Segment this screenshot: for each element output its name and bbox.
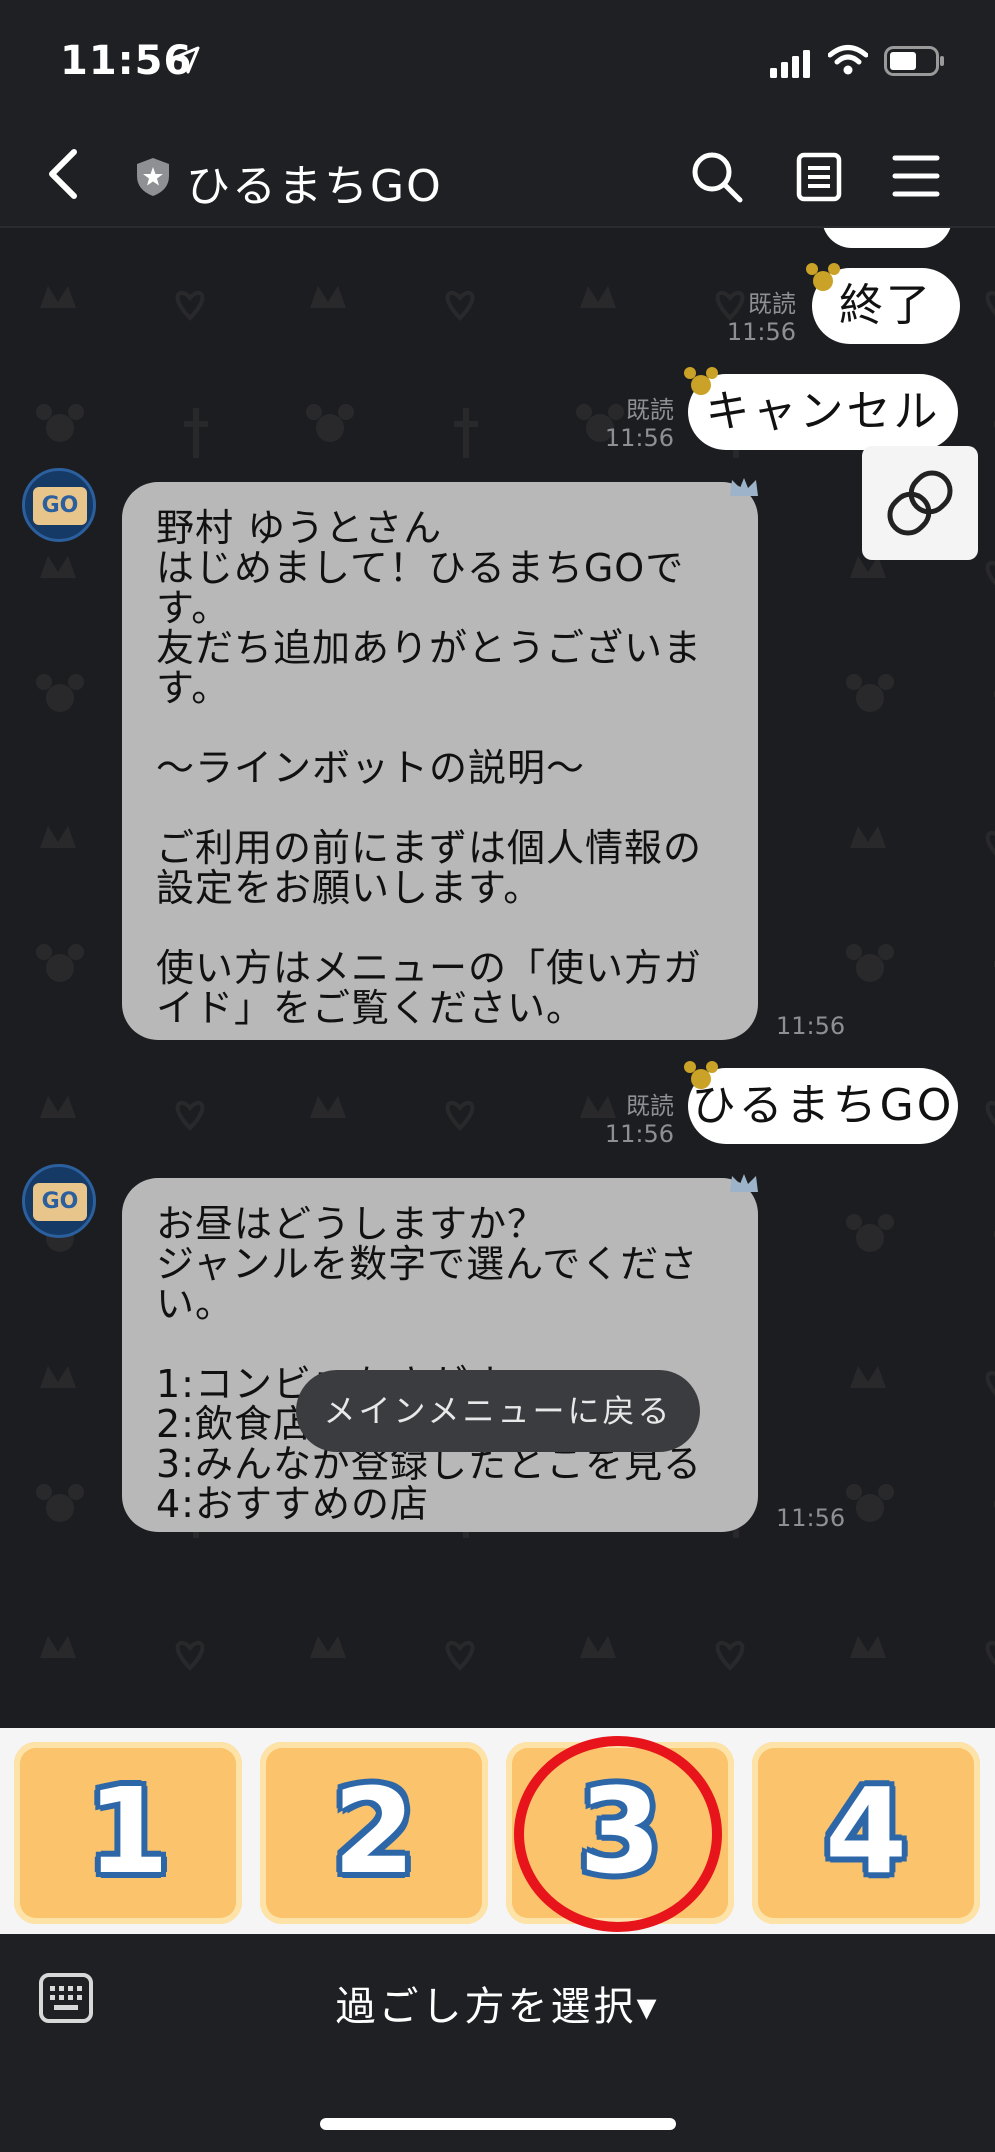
battery-icon xyxy=(884,46,944,76)
status-bar: 11:56 xyxy=(0,0,995,120)
bot-avatar[interactable]: GO xyxy=(22,1164,96,1238)
message-time: 11:56 xyxy=(604,1120,674,1148)
chat-title: ひるまちGO xyxy=(186,161,443,212)
rich-menu: 1 2 3 4 xyxy=(0,1728,995,1934)
highlight-circle xyxy=(514,1736,722,1932)
rich-menu-button-1[interactable]: 1 xyxy=(14,1742,242,1924)
read-receipt: 既読 11:56 xyxy=(578,396,674,452)
message-bubble-outgoing-partial xyxy=(822,228,952,248)
message-time: 11:56 xyxy=(604,424,674,452)
wifi-icon xyxy=(828,45,868,75)
message-bubble-outgoing[interactable]: キャンセル xyxy=(688,374,958,450)
crown-icon xyxy=(730,478,758,496)
message-bubble-incoming[interactable]: お昼はどうしますか？ ジャンルを数字で選んでください。 1:コンビニをさがす 2… xyxy=(122,1178,758,1532)
button-number: 2 xyxy=(332,1762,416,1900)
message-time: 11:56 xyxy=(776,1504,846,1532)
bot-avatar[interactable]: GO xyxy=(22,468,96,542)
button-number: 1 xyxy=(86,1762,170,1900)
signal-icon xyxy=(770,50,810,78)
search-icon[interactable] xyxy=(690,150,744,204)
rich-menu-selector[interactable]: 過ごし方を選択▾ xyxy=(0,1974,995,2032)
main-menu-button[interactable]: メインメニューに戻る xyxy=(296,1370,700,1452)
mickey-icon xyxy=(684,367,718,395)
message-bubble-outgoing[interactable]: ひるまちGO xyxy=(688,1068,958,1144)
read-label: 既読 xyxy=(748,290,796,318)
mickey-icon xyxy=(684,1061,718,1089)
avatar-label: GO xyxy=(33,487,87,525)
read-label: 既読 xyxy=(626,1092,674,1120)
hamburger-menu-icon[interactable] xyxy=(892,154,940,198)
location-arrow-icon xyxy=(172,46,200,74)
back-chevron-icon[interactable] xyxy=(44,148,84,200)
shield-icon xyxy=(137,158,169,196)
crown-icon xyxy=(730,1174,758,1192)
button-number: 4 xyxy=(824,1762,908,1900)
read-receipt: 既読 11:56 xyxy=(578,1092,674,1148)
home-indicator xyxy=(320,2118,676,2130)
chat-area[interactable]: 既読 11:56 終了 既読 11:56 キャンセル GO 野村 ゆうとさん は… xyxy=(0,228,995,1728)
bottom-bar: 過ごし方を選択▾ xyxy=(0,1934,995,2152)
read-label: 既読 xyxy=(626,396,674,424)
rich-menu-button-2[interactable]: 2 xyxy=(260,1742,488,1924)
message-bubble-incoming[interactable]: 野村 ゆうとさん はじめまして！ひるまちGOです。 友だち追加ありがとうございま… xyxy=(122,482,758,1040)
link-button[interactable] xyxy=(862,446,978,560)
mickey-icon xyxy=(806,263,840,291)
link-icon xyxy=(887,470,953,536)
read-receipt: 既読 11:56 xyxy=(700,290,796,346)
message-time: 11:56 xyxy=(726,318,796,346)
rich-menu-button-4[interactable]: 4 xyxy=(752,1742,980,1924)
chat-header: ひるまちGO xyxy=(0,120,995,228)
note-icon[interactable] xyxy=(796,152,842,202)
avatar-label: GO xyxy=(33,1183,87,1221)
message-time: 11:56 xyxy=(776,1012,846,1040)
